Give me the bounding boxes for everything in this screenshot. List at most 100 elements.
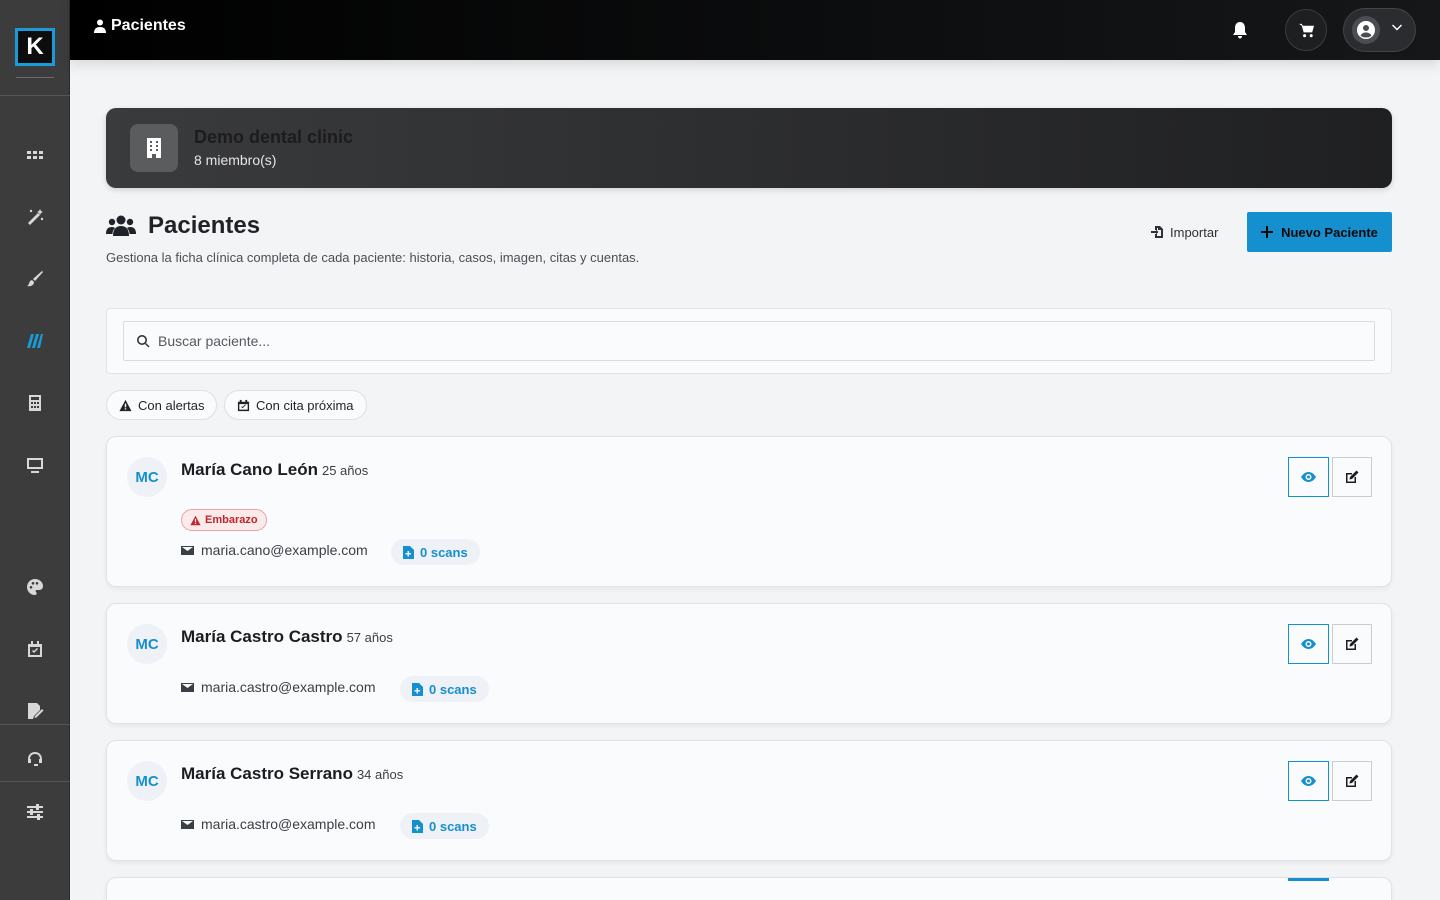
monitor-icon xyxy=(27,458,43,473)
filter-alerts-label: Con alertas xyxy=(138,397,205,413)
users-icon xyxy=(106,215,136,236)
sidebar-item-palette[interactable] xyxy=(22,574,48,600)
sidebar-divider xyxy=(0,724,70,725)
paintbrush-icon xyxy=(27,271,43,287)
sidebar-item-signature[interactable] xyxy=(22,698,48,724)
patient-email-text: maria.castro@example.com xyxy=(201,679,376,695)
cart-icon xyxy=(1298,23,1314,37)
calendar-check-icon xyxy=(28,641,42,657)
sidebar-item-design[interactable] xyxy=(22,266,48,292)
patient-name[interactable]: María Castro Serrano 34 años xyxy=(181,764,403,784)
patient-name[interactable]: María Cano León 25 años xyxy=(181,460,368,480)
warning-icon xyxy=(190,515,201,525)
patient-scans-badge[interactable]: 0 scans xyxy=(400,676,489,702)
logo-letter: K xyxy=(26,33,44,60)
edit-icon xyxy=(1346,470,1359,483)
patient-name-text: María Castro Castro xyxy=(181,627,343,646)
patient-name-text: María Cano León xyxy=(181,460,318,479)
page-description: Gestiona la ficha clínica completa de ca… xyxy=(106,250,640,265)
sliders-icon xyxy=(27,804,43,820)
import-label: Importar xyxy=(1170,224,1219,240)
cart-button[interactable] xyxy=(1285,9,1327,51)
chevron-down-icon xyxy=(1390,21,1404,40)
search-icon xyxy=(137,335,150,348)
patient-age: 25 años xyxy=(321,463,369,478)
patient-age: 34 años xyxy=(356,767,404,782)
file-plus-icon xyxy=(412,819,423,833)
building-icon xyxy=(130,124,178,172)
view-patient-button[interactable] xyxy=(1288,761,1329,801)
warning-icon xyxy=(119,399,132,411)
sidebar-item-calculator[interactable] xyxy=(22,390,48,416)
sidebar-item-magic[interactable] xyxy=(22,204,48,230)
calendar-check-icon xyxy=(237,399,250,411)
sidebar-divider xyxy=(0,95,70,96)
view-patient-button-edge[interactable] xyxy=(1288,878,1329,881)
filter-upcoming-chip[interactable]: Con cita próxima xyxy=(224,390,367,420)
new-patient-button[interactable]: Nuevo Paciente xyxy=(1247,212,1392,252)
file-import-icon xyxy=(1151,226,1163,238)
edit-icon xyxy=(1346,637,1359,650)
eye-icon xyxy=(1301,776,1316,786)
patient-email-text: maria.cano@example.com xyxy=(201,542,368,558)
edit-patient-button[interactable] xyxy=(1332,761,1372,801)
edit-icon xyxy=(1346,774,1359,787)
patient-avatar: MC xyxy=(127,457,167,497)
user-doctor-icon xyxy=(94,19,106,33)
patient-avatar: MC xyxy=(127,761,167,801)
envelope-icon xyxy=(181,819,194,829)
page-title-text: Pacientes xyxy=(148,212,261,239)
notifications-button[interactable] xyxy=(1228,18,1252,42)
patient-name[interactable]: María Castro Castro 57 años xyxy=(181,627,393,647)
sidebar-item-dashboard[interactable] xyxy=(22,142,48,168)
magic-wand-icon xyxy=(28,209,44,225)
sidebar-item-settings[interactable] xyxy=(22,799,48,825)
sidebar-item-support[interactable] xyxy=(22,746,48,772)
palette-icon xyxy=(27,579,43,595)
topbar-title: Pacientes xyxy=(93,17,186,35)
view-patient-button[interactable] xyxy=(1288,457,1329,497)
plus-icon xyxy=(1261,226,1274,238)
file-plus-icon xyxy=(412,682,423,696)
patient-card[interactable] xyxy=(106,877,1392,900)
patient-scans-badge[interactable]: 0 scans xyxy=(400,813,489,839)
app-logo[interactable]: K xyxy=(15,28,55,66)
patient-email: maria.cano@example.com xyxy=(181,542,368,558)
filter-alerts-chip[interactable]: Con alertas xyxy=(106,390,218,420)
edit-patient-button[interactable] xyxy=(1332,624,1372,664)
sidebar-divider xyxy=(0,781,70,782)
edit-patient-button[interactable] xyxy=(1332,457,1372,497)
eye-icon xyxy=(1301,639,1316,649)
search-input[interactable] xyxy=(158,333,1338,349)
file-signature-icon xyxy=(28,703,44,719)
user-menu-button[interactable] xyxy=(1343,8,1416,52)
file-plus-icon xyxy=(403,545,414,559)
patient-scans-label: 0 scans xyxy=(420,544,468,560)
patient-avatar: MC xyxy=(127,624,167,664)
patient-alert-label: Embarazo xyxy=(205,514,258,526)
page-title: Pacientes xyxy=(106,212,260,240)
stripes-logo-icon xyxy=(27,334,43,348)
patient-card[interactable]: MC María Cano León 25 años Embarazo maria… xyxy=(106,436,1392,587)
view-patient-button[interactable] xyxy=(1288,624,1329,664)
calculator-icon xyxy=(29,395,41,411)
clinic-members: 8 miembro(s) xyxy=(194,152,277,168)
avatar xyxy=(1352,16,1380,44)
clinic-name: Demo dental clinic xyxy=(194,127,354,147)
patient-card[interactable]: MC María Castro Serrano 34 años maria.cas… xyxy=(106,740,1392,861)
patient-scans-label: 0 scans xyxy=(429,818,477,834)
sidebar: K xyxy=(0,0,70,900)
user-circle-icon xyxy=(1357,21,1375,39)
sidebar-item-brand[interactable] xyxy=(22,328,48,354)
sidebar-item-screen[interactable] xyxy=(22,452,48,478)
logo-underline xyxy=(16,77,54,78)
patient-email: maria.castro@example.com xyxy=(181,679,376,695)
patient-scans-label: 0 scans xyxy=(429,681,477,697)
patient-card[interactable]: MC María Castro Castro 57 años maria.cast… xyxy=(106,603,1392,724)
topbar: Pacientes xyxy=(70,0,1440,60)
search-card xyxy=(106,308,1392,374)
clinic-banner: Demo dental clinic 8 miembro(s) xyxy=(106,108,1392,188)
import-button[interactable]: Importar xyxy=(1140,218,1228,246)
sidebar-item-calendar[interactable] xyxy=(22,636,48,662)
patient-scans-badge[interactable]: 0 scans xyxy=(391,539,480,565)
